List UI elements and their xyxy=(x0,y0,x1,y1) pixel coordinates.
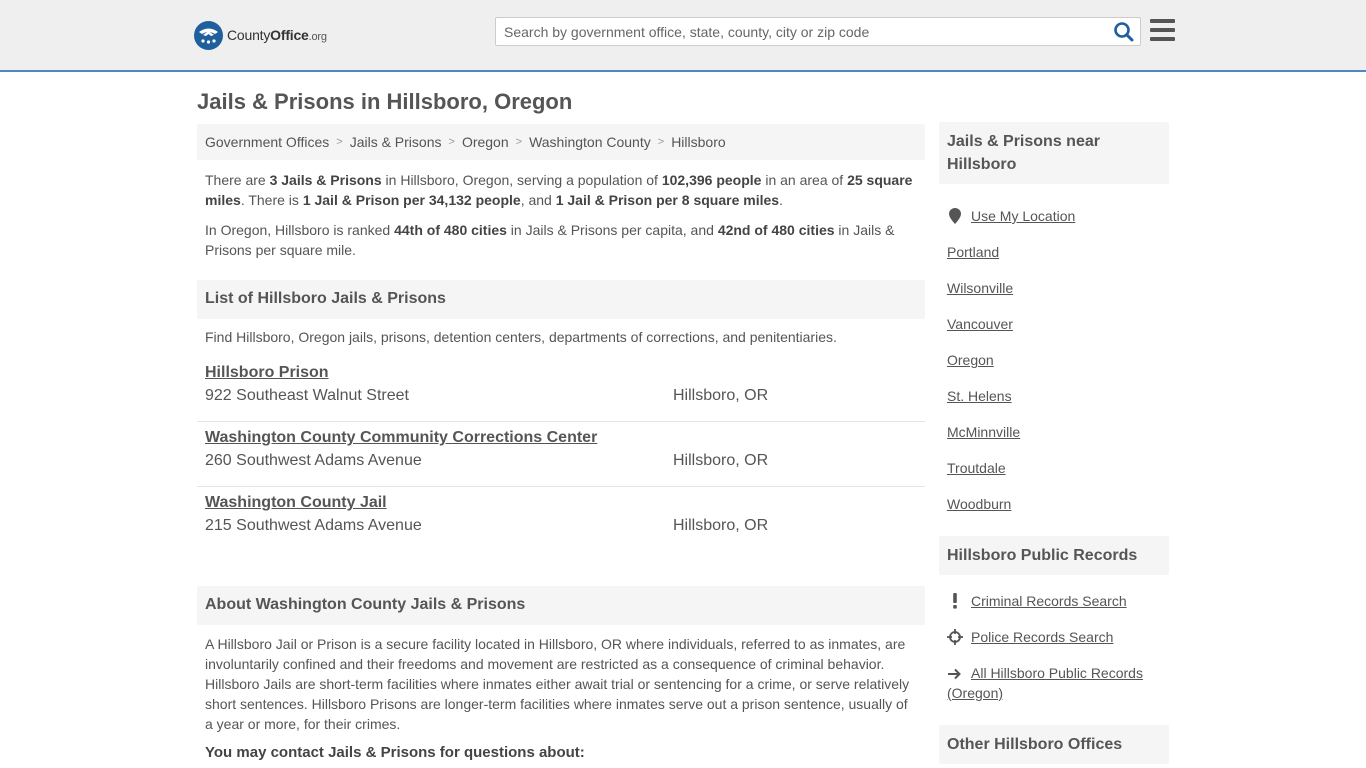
nearby-link-wilsonville[interactable]: Wilsonville xyxy=(947,280,1013,296)
breadcrumb-separator-icon: > xyxy=(336,136,343,148)
site-logo[interactable]: CountyOffice.org xyxy=(194,20,327,50)
nearby-link-st-helens[interactable]: St. Helens xyxy=(947,388,1012,404)
nearby-link-item[interactable]: Troutdale xyxy=(947,450,1161,486)
breadcrumb-washington-county[interactable]: Washington County xyxy=(529,134,651,160)
facility-address: 215 Southwest Adams Avenue xyxy=(205,517,422,534)
summary-text: There are xyxy=(205,172,270,188)
nearby-link-item[interactable]: McMinnville xyxy=(947,414,1161,450)
ranking-paragraph: In Oregon, Hillsboro is ranked 44th of 4… xyxy=(197,220,925,260)
logo-text-tld: .org xyxy=(308,31,327,43)
logo-text-main: County xyxy=(227,27,271,43)
nearby-link-woodburn[interactable]: Woodburn xyxy=(947,496,1011,512)
facility-address: 260 Southwest Adams Avenue xyxy=(205,452,422,469)
summary-count: 3 Jails & Prisons xyxy=(269,172,382,188)
summary-paragraph: There are 3 Jails & Prisons in Hillsboro… xyxy=(197,170,925,210)
breadcrumb-separator-icon: > xyxy=(657,136,665,148)
police-records-link[interactable]: Police Records Search xyxy=(971,629,1113,645)
breadcrumb-separator-icon: > xyxy=(515,136,523,148)
nearby-links: Use My Location Portland Wilsonville Van… xyxy=(939,184,1169,522)
facility-city: Hillsboro, OR xyxy=(673,452,769,469)
summary-text: , and xyxy=(520,192,556,208)
search-input[interactable] xyxy=(496,18,1106,45)
use-location-link[interactable]: Use My Location xyxy=(971,208,1075,224)
page-title: Jails & Prisons in Hillsboro, Oregon xyxy=(197,89,573,114)
summary-per-area: 1 Jail & Prison per 8 square miles xyxy=(555,192,780,208)
map-pin-icon xyxy=(947,208,963,224)
logo-seal-icon xyxy=(194,20,223,50)
summary-text: . There is xyxy=(240,192,303,208)
facility-link[interactable]: Washington County Jail xyxy=(205,493,387,513)
summary-text: in an area of xyxy=(761,172,848,188)
search-icon xyxy=(1114,22,1134,42)
other-offices-title: Other Hillsboro Offices xyxy=(939,725,1169,764)
nearby-link-oregon[interactable]: Oregon xyxy=(947,352,994,368)
breadcrumb-jails-prisons[interactable]: Jails & Prisons xyxy=(350,134,442,160)
facility-city: Hillsboro, OR xyxy=(673,387,769,404)
hamburger-menu-icon[interactable] xyxy=(1150,19,1175,43)
facility-city: Hillsboro, OR xyxy=(673,517,769,534)
other-offices-box: Other Hillsboro Offices xyxy=(939,725,1169,764)
ranking-text: in Jails & Prisons per capita, and xyxy=(506,222,718,238)
ranking-per-area: 42nd of 480 cities xyxy=(717,222,835,238)
list-item: Washington County Community Corrections … xyxy=(197,422,925,487)
all-records-link[interactable]: All Hillsboro Public Records (Oregon) xyxy=(947,663,1161,703)
crosshair-icon xyxy=(947,629,963,645)
list-item: Hillsboro Prison 922 Southeast Walnut St… xyxy=(197,363,925,422)
breadcrumb-oregon[interactable]: Oregon xyxy=(462,134,509,160)
public-records-title: Hillsboro Public Records xyxy=(939,536,1169,575)
arrow-right-icon xyxy=(947,666,963,682)
nearby-link-item[interactable]: Woodburn xyxy=(947,486,1161,522)
breadcrumb-hillsboro[interactable]: Hillsboro xyxy=(671,134,725,160)
criminal-records-item[interactable]: Criminal Records Search xyxy=(947,583,1161,619)
summary-text: in Hillsboro, Oregon, serving a populati… xyxy=(381,172,662,188)
summary-population: 102,396 people xyxy=(661,172,762,188)
about-section-text: A Hillsboro Jail or Prison is a secure f… xyxy=(205,636,910,732)
nearby-title: Jails & Prisons near Hillsboro xyxy=(939,122,1169,184)
ranking-text: In Oregon, Hillsboro is ranked xyxy=(205,222,395,238)
nearby-link-mcminnville[interactable]: McMinnville xyxy=(947,424,1020,440)
facility-link[interactable]: Hillsboro Prison xyxy=(205,363,329,383)
nearby-link-item[interactable]: St. Helens xyxy=(947,378,1161,414)
facility-list: Hillsboro Prison 922 Southeast Walnut St… xyxy=(197,363,925,552)
list-section-title: List of Hillsboro Jails & Prisons xyxy=(197,280,925,319)
summary-text: . xyxy=(779,192,783,208)
breadcrumb-separator-icon: > xyxy=(448,136,455,148)
all-records-item[interactable]: All Hillsboro Public Records (Oregon) xyxy=(947,655,1161,701)
nearby-link-item[interactable]: Portland xyxy=(947,234,1161,270)
list-section-intro: Find Hillsboro, Oregon jails, prisons, d… xyxy=(205,329,837,345)
facility-address: 922 Southeast Walnut Street xyxy=(205,387,409,404)
public-records-box: Hillsboro Public Records Criminal Record… xyxy=(939,536,1169,701)
about-section-title: About Washington County Jails & Prisons xyxy=(197,586,925,625)
site-header: CountyOffice.org xyxy=(0,0,1366,72)
search-bar xyxy=(495,17,1141,46)
nearby-link-item[interactable]: Oregon xyxy=(947,342,1161,378)
all-records-label: All Hillsboro Public Records (Oregon) xyxy=(947,665,1143,701)
breadcrumb: Government Offices > Jails & Prisons > O… xyxy=(197,124,925,160)
contact-heading: You may contact Jails & Prisons for ques… xyxy=(205,744,585,761)
nearby-link-troutdale[interactable]: Troutdale xyxy=(947,460,1006,476)
list-item: Washington County Jail 215 Southwest Ada… xyxy=(197,487,925,552)
main-content: Government Offices > Jails & Prisons > O… xyxy=(197,124,925,761)
logo-text-bold: Office xyxy=(270,27,309,43)
summary-per-capita: 1 Jail & Prison per 34,132 people xyxy=(302,192,521,208)
logo-wordmark: CountyOffice.org xyxy=(227,27,327,43)
search-button[interactable] xyxy=(1112,21,1136,43)
criminal-records-link[interactable]: Criminal Records Search xyxy=(971,593,1127,609)
ranking-per-capita: 44th of 480 cities xyxy=(394,222,507,238)
sidebar: Jails & Prisons near Hillsboro Use My Lo… xyxy=(939,122,1169,764)
exclamation-icon xyxy=(947,593,963,609)
nearby-link-portland[interactable]: Portland xyxy=(947,244,999,260)
nearby-link-item[interactable]: Wilsonville xyxy=(947,270,1161,306)
public-records-links: Criminal Records Search Police Records S… xyxy=(939,575,1169,701)
police-records-item[interactable]: Police Records Search xyxy=(947,619,1161,655)
breadcrumb-government-offices[interactable]: Government Offices xyxy=(205,134,329,160)
nearby-link-item[interactable]: Vancouver xyxy=(947,306,1161,342)
facility-link[interactable]: Washington County Community Corrections … xyxy=(205,428,597,448)
nearby-link-vancouver[interactable]: Vancouver xyxy=(947,316,1013,332)
use-location-item[interactable]: Use My Location xyxy=(947,198,1161,234)
nearby-box: Jails & Prisons near Hillsboro Use My Lo… xyxy=(939,122,1169,522)
